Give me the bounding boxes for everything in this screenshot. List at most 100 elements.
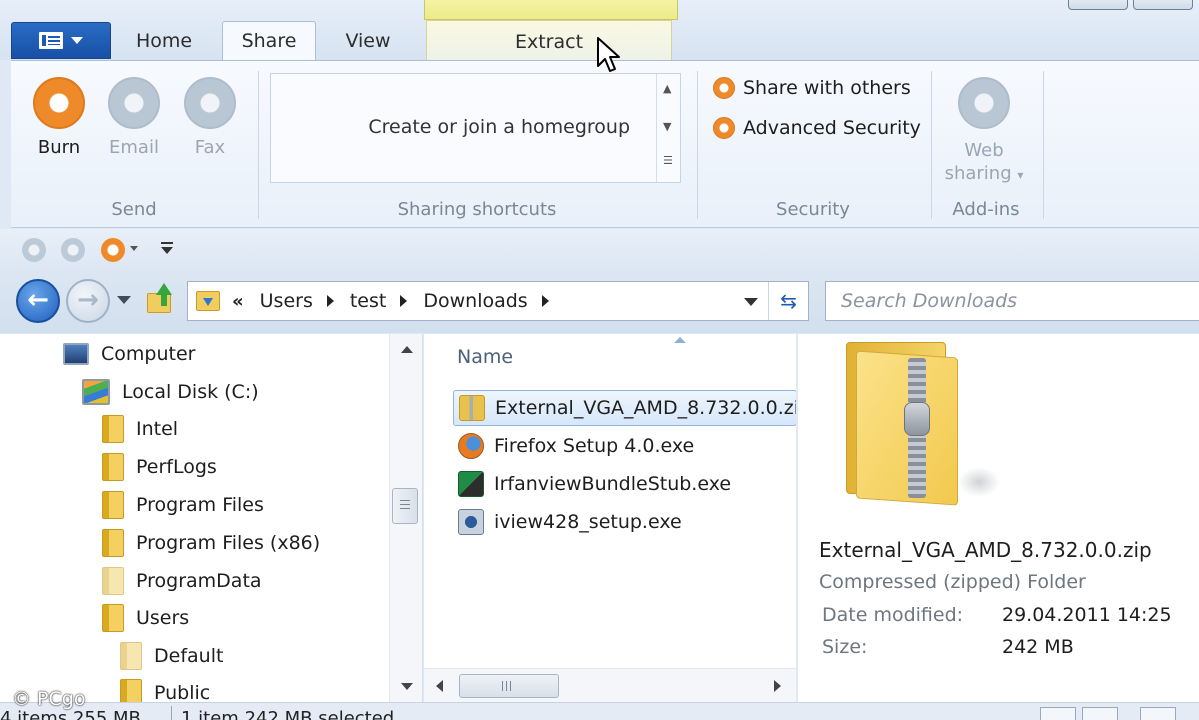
date-modified-value: 29.04.2011 14:25: [1002, 604, 1172, 626]
recent-locations-icon[interactable]: [117, 296, 131, 304]
nav-pane-scrollbar[interactable]: [389, 334, 422, 702]
tree-item-computer[interactable]: Computer: [63, 336, 195, 372]
breadcrumb-downloads[interactable]: Downloads: [423, 290, 527, 312]
qat-properties-icon[interactable]: [22, 238, 46, 262]
homegroup-item[interactable]: Create or join a homegroup: [368, 116, 630, 138]
qat-burn-icon[interactable]: [101, 238, 125, 262]
tree-item-program-files[interactable]: Program Files: [102, 487, 264, 523]
chevron-right-icon[interactable]: [541, 295, 549, 307]
breadcrumb-users[interactable]: Users: [260, 290, 313, 312]
tab-extract[interactable]: Extract: [426, 20, 672, 60]
scroll-thumb[interactable]: [392, 488, 418, 524]
folder-icon: [102, 604, 124, 632]
up-one-level-button[interactable]: [145, 283, 173, 315]
arrow-left-icon: ←: [27, 285, 49, 315]
customize-toolbar-icon[interactable]: [160, 242, 174, 256]
tree-item-users[interactable]: Users: [102, 600, 189, 636]
tree-item-public[interactable]: Public: [120, 675, 210, 702]
iview-icon: [458, 509, 484, 535]
date-modified-label: Date modified:: [822, 604, 964, 626]
web-sharing-button[interactable]: Web sharing ▾: [939, 77, 1029, 187]
address-dropdown-icon[interactable]: [744, 298, 758, 306]
column-header-name[interactable]: Name: [457, 346, 513, 368]
downloads-folder-icon: [196, 291, 220, 311]
breadcrumb-overflow[interactable]: «: [232, 291, 244, 312]
scroll-right-icon[interactable]: [774, 680, 781, 692]
tree-item-program-files-x86[interactable]: Program Files (x86): [102, 525, 320, 561]
watermark: © PCgo: [12, 688, 86, 710]
file-name: IrfanviewBundleStub.exe: [494, 473, 732, 495]
group-separator: [1043, 71, 1044, 219]
status-selection: 1 item 242 MB selected: [181, 708, 395, 720]
folder-icon: [120, 642, 142, 670]
burn-button[interactable]: Burn: [27, 77, 91, 158]
chevron-down-icon[interactable]: [130, 246, 138, 251]
tab-home[interactable]: Home: [118, 22, 210, 59]
tab-view[interactable]: View: [322, 22, 414, 59]
file-row-selected[interactable]: External_VGA_AMD_8.732.0.0.zip: [453, 390, 796, 426]
forward-button[interactable]: →: [66, 279, 110, 323]
window-maximize-button[interactable]: [1133, 0, 1193, 10]
tree-item-label: Computer: [101, 343, 196, 365]
scroll-down-icon[interactable]: [401, 683, 413, 690]
details-view-icon[interactable]: [1040, 707, 1076, 720]
mouse-cursor-icon: [597, 37, 620, 72]
gallery-up-icon[interactable]: ▲: [663, 82, 671, 95]
tree-item-intel[interactable]: Intel: [102, 411, 178, 447]
fax-icon: [184, 77, 236, 129]
tree-item-label: Program Files (x86): [136, 532, 321, 554]
file-name: Firefox Setup 4.0.exe: [494, 435, 695, 457]
refresh-icon[interactable]: ⇆: [768, 282, 808, 320]
tree-item-perflogs[interactable]: PerfLogs: [102, 449, 217, 485]
web-sharing-label-line2: sharing: [944, 163, 1012, 184]
chevron-down-icon: [71, 37, 83, 44]
preview-file-type: Compressed (zipped) Folder: [819, 571, 1086, 593]
irfanview-icon: [458, 471, 484, 497]
tree-item-programdata[interactable]: ProgramData: [102, 563, 262, 599]
tree-item-default[interactable]: Default: [120, 638, 223, 674]
gallery-expand-icon[interactable]: ☰: [663, 154, 673, 167]
back-button[interactable]: ←: [16, 279, 60, 323]
file-menu-button[interactable]: [11, 22, 111, 59]
list-view-icon[interactable]: [1140, 707, 1176, 720]
large-icons-view-icon[interactable]: [1082, 707, 1118, 720]
window-minimize-button[interactable]: [1068, 0, 1128, 10]
share-with-others-label: Share with others: [743, 77, 911, 99]
file-row[interactable]: IrfanviewBundleStub.exe: [453, 466, 731, 502]
search-input[interactable]: Search Downloads: [825, 281, 1199, 321]
folder-icon: [102, 415, 124, 443]
tree-item-label: PerfLogs: [136, 456, 217, 478]
breadcrumb-test[interactable]: test: [350, 290, 387, 312]
email-button[interactable]: Email: [102, 77, 166, 158]
address-bar[interactable]: « Users test Downloads ⇆: [187, 281, 809, 321]
file-list: Name External_VGA_AMD_8.732.0.0.zip Fire…: [424, 334, 796, 702]
scroll-up-icon[interactable]: [401, 346, 413, 353]
file-name: External_VGA_AMD_8.732.0.0.zip: [495, 397, 796, 419]
chevron-right-icon[interactable]: [326, 295, 334, 307]
firefox-icon: [458, 433, 484, 459]
chevron-right-icon[interactable]: [400, 295, 408, 307]
share-with-others-button[interactable]: Share with others: [713, 77, 911, 99]
folder-icon: [102, 453, 124, 481]
gallery-down-icon[interactable]: ▼: [663, 120, 671, 133]
navigation-bar: ← → « Users test Downloads ⇆ Search Down…: [0, 269, 1199, 333]
tree-item-label: Local Disk (C:): [122, 381, 259, 403]
scroll-thumb[interactable]: [459, 674, 559, 698]
fax-button[interactable]: Fax: [178, 77, 242, 158]
scroll-left-icon[interactable]: [436, 680, 443, 692]
tree-item-local-disk[interactable]: Local Disk (C:): [82, 374, 259, 410]
group-label-sharing-shortcuts: Sharing shortcuts: [397, 199, 557, 220]
file-row[interactable]: Firefox Setup 4.0.exe: [453, 428, 694, 464]
tab-share[interactable]: Share: [222, 21, 316, 61]
web-sharing-label-line1: Web: [964, 140, 1004, 161]
web-sharing-icon: [958, 77, 1010, 129]
advanced-security-button[interactable]: Advanced Security: [713, 117, 921, 139]
ribbon-share-panel: Burn Email Fax Send Create or join a hom…: [11, 60, 1199, 228]
qat-new-folder-icon[interactable]: [61, 238, 85, 262]
gallery-scroll[interactable]: ▲ ▼ ☰: [656, 74, 680, 182]
fax-label: Fax: [194, 137, 226, 158]
file-row[interactable]: iview428_setup.exe: [453, 504, 682, 540]
navigation-pane: Computer Local Disk (C:) Intel PerfLogs …: [0, 334, 423, 702]
file-list-scrollbar[interactable]: [424, 668, 796, 702]
computer-icon: [63, 343, 89, 365]
